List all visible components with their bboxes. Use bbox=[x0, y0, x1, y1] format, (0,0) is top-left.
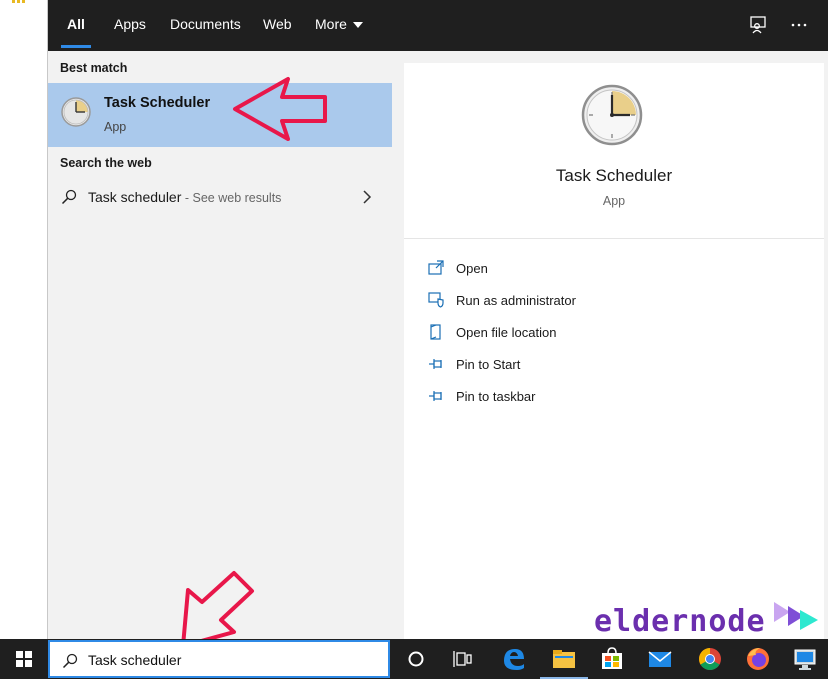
firefox-icon[interactable] bbox=[734, 639, 782, 679]
task-scheduler-clock-icon bbox=[60, 96, 92, 128]
more-options-icon[interactable] bbox=[788, 14, 810, 36]
background-window-edge bbox=[12, 0, 26, 3]
action-open[interactable]: Open bbox=[428, 258, 728, 280]
background-window bbox=[0, 0, 47, 639]
cortana-icon[interactable] bbox=[392, 639, 440, 679]
edge-icon[interactable] bbox=[490, 639, 538, 679]
action-label: Run as administrator bbox=[456, 293, 576, 308]
pin-icon bbox=[428, 356, 444, 372]
chevron-down-icon bbox=[352, 22, 363, 29]
open-icon bbox=[428, 260, 444, 276]
action-label: Pin to taskbar bbox=[456, 389, 536, 404]
chevron-right-icon[interactable] bbox=[362, 190, 372, 204]
start-button[interactable] bbox=[0, 639, 48, 679]
feedback-icon[interactable] bbox=[747, 14, 769, 36]
action-label: Open file location bbox=[456, 325, 557, 340]
store-icon[interactable] bbox=[588, 639, 636, 679]
preview-header: Task Scheduler App bbox=[404, 63, 824, 239]
best-match-name: Task Scheduler bbox=[104, 95, 211, 111]
file-explorer-icon[interactable] bbox=[540, 639, 588, 679]
tab-more[interactable]: More bbox=[315, 0, 363, 51]
preview-app-type: App bbox=[602, 194, 626, 208]
tab-documents[interactable]: Documents bbox=[170, 0, 241, 51]
action-label: Open bbox=[456, 261, 488, 276]
results-list: Best match Task Scheduler App Search the… bbox=[48, 51, 392, 639]
best-match-heading: Best match bbox=[60, 61, 128, 75]
shield-icon bbox=[428, 292, 444, 308]
task-scheduler-clock-icon bbox=[580, 83, 644, 147]
pin-icon bbox=[428, 388, 444, 404]
action-open-file-location[interactable]: Open file location bbox=[428, 322, 728, 344]
action-pin-to-taskbar[interactable]: Pin to taskbar bbox=[428, 386, 728, 408]
tab-apps[interactable]: Apps bbox=[114, 0, 146, 51]
mail-icon[interactable] bbox=[636, 639, 684, 679]
remote-desktop-icon[interactable] bbox=[782, 639, 828, 679]
best-match-item[interactable]: Task Scheduler App bbox=[48, 83, 392, 147]
eldernode-logo: eldernode bbox=[594, 596, 824, 639]
action-run-as-administrator[interactable]: Run as administrator bbox=[428, 290, 728, 312]
taskbar-search-box[interactable] bbox=[48, 640, 390, 678]
preview-pane: Task Scheduler App Open Run as administr… bbox=[404, 63, 824, 639]
search-icon bbox=[62, 653, 78, 669]
search-tabs: All Apps Documents Web More bbox=[48, 0, 828, 51]
action-pin-to-start[interactable]: Pin to Start bbox=[428, 354, 728, 376]
search-web-heading: Search the web bbox=[60, 156, 152, 170]
web-result-query: Task scheduler bbox=[88, 189, 182, 205]
task-view-icon[interactable] bbox=[440, 639, 488, 679]
search-input[interactable] bbox=[88, 649, 378, 671]
web-result-item[interactable]: Task scheduler - See web results bbox=[48, 181, 392, 213]
web-result-hint: - See web results bbox=[181, 191, 282, 205]
windows-logo-icon bbox=[16, 651, 32, 667]
logo-text: eldernode bbox=[594, 604, 766, 639]
tab-all[interactable]: All bbox=[61, 0, 91, 51]
search-icon bbox=[61, 189, 77, 205]
preview-app-name: Task Scheduler bbox=[555, 166, 673, 185]
tab-web[interactable]: Web bbox=[263, 0, 292, 51]
taskbar bbox=[0, 639, 828, 679]
logo-arrows-icon bbox=[774, 602, 818, 630]
best-match-type: App bbox=[104, 120, 127, 134]
action-label: Pin to Start bbox=[456, 357, 521, 372]
search-panel: All Apps Documents Web More Best match T… bbox=[47, 0, 828, 639]
chrome-icon[interactable] bbox=[686, 639, 734, 679]
web-result-text: Task scheduler - See web results bbox=[88, 189, 281, 205]
file-location-icon bbox=[428, 324, 444, 340]
